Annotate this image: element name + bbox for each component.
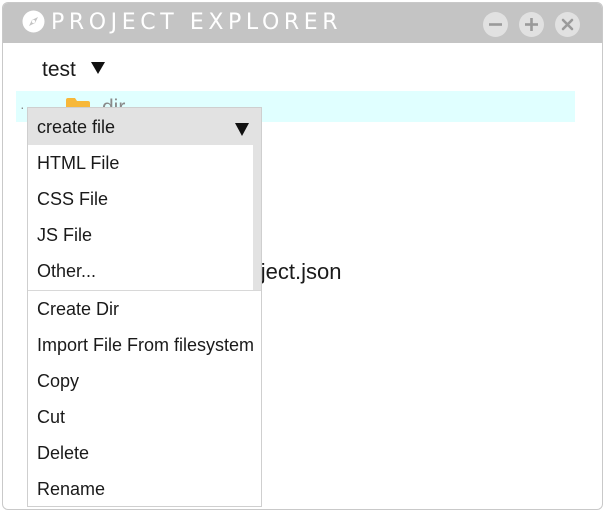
window-title: PROJECT EXPLORER — [51, 10, 343, 35]
project-explorer-window: PROJECT EXPLORER test ····· dir project.… — [2, 2, 603, 510]
minimize-icon — [489, 23, 502, 26]
title-bar[interactable]: PROJECT EXPLORER — [3, 3, 602, 43]
maximize-button[interactable] — [519, 12, 544, 37]
create-file-submenu-header[interactable]: create file — [28, 108, 261, 145]
maximize-icon — [525, 18, 538, 31]
menu-item-copy[interactable]: Copy — [37, 370, 79, 392]
menu-item-import-file[interactable]: Import File From filesystem — [37, 334, 254, 356]
create-file-label: create file — [37, 117, 116, 137]
menu-divider — [28, 290, 261, 291]
caret-down-icon — [235, 123, 249, 136]
menu-item-rename[interactable]: Rename — [37, 478, 105, 500]
project-name[interactable]: test — [42, 57, 76, 83]
context-menu: create file HTML File CSS File JS File O… — [27, 107, 262, 507]
minimize-button[interactable] — [483, 12, 508, 37]
menu-item-delete[interactable]: Delete — [37, 442, 89, 464]
menu-item-css-file[interactable]: CSS File — [37, 188, 108, 210]
compass-icon — [22, 10, 45, 33]
menu-item-html-file[interactable]: HTML File — [37, 152, 119, 174]
menu-item-create-dir[interactable]: Create Dir — [37, 298, 119, 320]
menu-item-js-file[interactable]: JS File — [37, 224, 92, 246]
submenu-scrollbar[interactable] — [253, 145, 261, 290]
close-icon — [561, 18, 574, 31]
close-button[interactable] — [555, 12, 580, 37]
menu-item-other[interactable]: Other... — [37, 260, 96, 282]
menu-item-cut[interactable]: Cut — [37, 406, 65, 428]
caret-down-icon[interactable] — [91, 62, 105, 74]
